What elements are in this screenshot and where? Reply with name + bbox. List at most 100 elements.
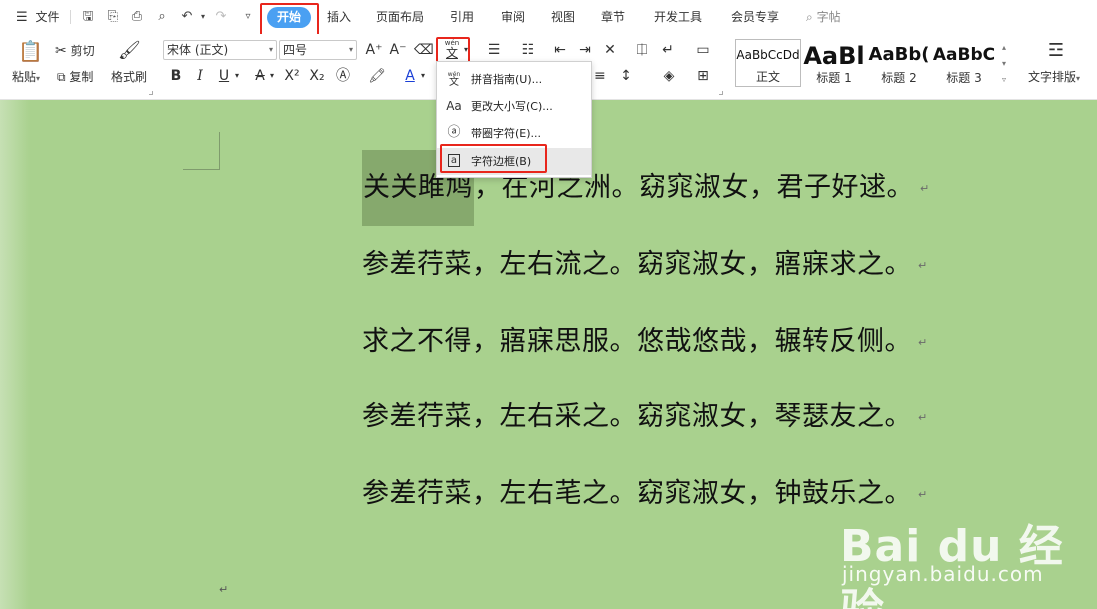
style-heading-1-name: 标题 1 <box>816 71 852 85</box>
clear-format-icon[interactable]: ⌫ <box>414 42 434 58</box>
pinyin-guide-icon[interactable]: wén 文 <box>441 39 463 61</box>
undo-icon[interactable]: ↶ <box>179 9 195 25</box>
menu-item-label: 带圈字符(E)... <box>471 127 542 140</box>
change-case-icon: Aa <box>446 99 462 113</box>
poem-line-5[interactable]: 参差荇菜，左右芼之。窈窕淑女，钟鼓乐之。 ↵ <box>362 476 928 513</box>
chinese-layout-icon[interactable]: ✕ <box>601 42 619 58</box>
tab-view[interactable]: 视图 <box>551 8 575 27</box>
underline-icon[interactable]: U <box>216 68 232 84</box>
tab-insert[interactable]: 插入 <box>327 8 351 27</box>
superscript-icon[interactable]: X² <box>283 68 301 84</box>
print-icon[interactable]: ⎙ <box>129 9 145 25</box>
tab-page-layout[interactable]: 页面布局 <box>376 8 424 27</box>
menu-item-label: 拼音指南(U)... <box>471 73 543 86</box>
pinyin-dropdown-menu: wén 文 拼音指南(U)... Aa 更改大小写(C)... ⓐ 带圈字符(E)… <box>436 61 592 178</box>
styles-scroll-down-icon[interactable]: ▾ <box>999 56 1009 72</box>
tab-home[interactable]: 开始 <box>267 7 311 28</box>
highlight-color-icon[interactable]: 🖍 <box>368 68 386 84</box>
paragraph-dialog-launcher[interactable] <box>719 91 723 95</box>
font-size-combo[interactable]: 四号 ▾ <box>279 40 357 60</box>
increase-indent-icon[interactable]: ⇥ <box>576 42 594 58</box>
format-painter-button[interactable]: 格式刷 <box>111 69 147 85</box>
baidu-jingyan-watermark: Bai du 经验 jingyan.baidu.com <box>840 510 1090 609</box>
ruler-icon[interactable]: ▭ <box>693 42 713 58</box>
paste-icon[interactable]: 📋 <box>18 40 43 62</box>
italic-icon[interactable]: I <box>192 68 208 84</box>
numbering-icon[interactable]: ☷ <box>518 42 538 58</box>
menu-item-change-case[interactable]: Aa 更改大小写(C)... <box>437 93 591 120</box>
style-heading-2-name: 标题 2 <box>881 71 917 85</box>
style-heading-3-sample: AaBbC <box>932 45 996 65</box>
font-color-dropdown-icon[interactable]: ▾ <box>419 68 427 84</box>
style-heading-3-name: 标题 3 <box>946 71 982 85</box>
tab-developer[interactable]: 开发工具 <box>654 8 702 27</box>
line-text: 求之不得，寤寐思服。悠哉悠哉，辗转反侧。 <box>362 326 912 357</box>
undo-dropdown-icon[interactable]: ▾ <box>195 9 211 25</box>
paragraph-mark: ↵ <box>918 487 928 501</box>
menu-item-label: 更改大小写(C)... <box>471 100 553 113</box>
poem-line-3[interactable]: 求之不得，寤寐思服。悠哉悠哉，辗转反侧。 ↵ <box>362 324 928 361</box>
text-layout-button[interactable]: 文字排版▾ <box>1028 69 1080 87</box>
shrink-font-icon[interactable]: A⁻ <box>389 42 407 58</box>
text-direction-icon[interactable]: ⎅ <box>633 42 651 58</box>
end-paragraph-mark: ↵ <box>219 583 229 596</box>
strikethrough-dropdown-icon[interactable]: ▾ <box>268 68 276 84</box>
poem-line-4[interactable]: 参差荇菜，左右采之。窈窕淑女，琴瑟友之。 ↵ <box>362 399 928 436</box>
tab-review[interactable]: 审阅 <box>501 8 525 27</box>
char-border-icon: a <box>448 154 460 167</box>
poem-line-1[interactable]: 关关雎鸠，在河之洲。窈窕淑女，君子好逑。 ↵ <box>362 150 930 226</box>
tab-chapter[interactable]: 章节 <box>601 8 625 27</box>
styles-scroll-up-icon[interactable]: ▴ <box>999 40 1009 56</box>
format-painter-icon[interactable]: 🖌 <box>118 40 141 62</box>
menu-item-pinyin-guide[interactable]: wén 文 拼音指南(U)... <box>437 66 591 93</box>
font-color-icon[interactable]: A <box>402 68 418 84</box>
save-icon[interactable]: 🖫 <box>80 9 96 25</box>
grow-font-icon[interactable]: A⁺ <box>365 42 383 58</box>
search-command[interactable]: ⌕ 字帖 <box>806 8 841 27</box>
underline-dropdown-icon[interactable]: ▾ <box>233 68 241 84</box>
customize-dropdown-icon[interactable]: ▿ <box>240 9 256 25</box>
file-menu[interactable]: ☰ 文件 <box>16 0 60 34</box>
subscript-icon[interactable]: X₂ <box>308 68 326 84</box>
strikethrough-icon[interactable]: A <box>252 68 268 84</box>
clipboard-dialog-launcher[interactable] <box>149 91 153 95</box>
poem-line-2[interactable]: 参差荇菜，左右流之。窈窕淑女，寤寐求之。 ↵ <box>362 247 928 284</box>
menu-item-character-border[interactable]: a 字符边框(B) <box>437 148 591 175</box>
scissors-icon: ✂ <box>55 43 67 59</box>
divider <box>70 10 71 24</box>
style-heading-3[interactable]: AaBbC 标题 3 <box>932 39 996 87</box>
pinyin-dropdown-icon[interactable]: ▾ <box>462 42 470 58</box>
print-preview-icon[interactable]: ⌕ <box>154 9 170 25</box>
shading-icon[interactable]: ◈ <box>660 68 678 84</box>
file-menu-label: 文件 <box>35 10 60 24</box>
styles-more-icon[interactable]: ▿ <box>999 72 1009 88</box>
bullets-icon[interactable]: ☰ <box>484 42 504 58</box>
watermark-brand: Bai du 经验 <box>840 521 1064 609</box>
export-pdf-icon[interactable]: ⎘ <box>105 9 121 25</box>
menu-item-enclosed-characters[interactable]: ⓐ 带圈字符(E)... <box>437 120 591 147</box>
copy-button[interactable]: ⧉ 复制 <box>57 69 93 85</box>
paragraph-mark: ↵ <box>918 258 928 272</box>
borders-icon[interactable]: ⊞ <box>694 68 712 84</box>
show-hide-marks-icon[interactable]: ↵ <box>659 42 677 58</box>
cut-button[interactable]: ✂ 剪切 <box>55 43 95 59</box>
line-text: 参差荇菜，左右芼之。窈窕淑女，钟鼓乐之。 <box>362 478 912 509</box>
tab-member[interactable]: 会员专享 <box>731 8 779 27</box>
paste-button[interactable]: 粘贴▾ <box>12 69 40 87</box>
text-layout-icon[interactable]: ☲ <box>1045 40 1067 62</box>
style-normal[interactable]: AaBbCcDd 正文 <box>735 39 801 87</box>
line-text: 参差荇菜，左右流之。窈窕淑女，寤寐求之。 <box>362 249 912 280</box>
style-heading-1[interactable]: AaBl 标题 1 <box>802 39 866 87</box>
text-effect-icon[interactable]: Ⓐ <box>335 68 351 84</box>
justify-icon[interactable]: ≡ <box>594 68 606 84</box>
line-spacing-icon[interactable]: ↕ <box>617 68 635 84</box>
font-name-combo[interactable]: 宋体 (正文) ▾ <box>163 40 277 60</box>
bold-icon[interactable]: B <box>168 68 184 84</box>
cut-label: 剪切 <box>70 44 95 58</box>
decrease-indent-icon[interactable]: ⇤ <box>551 42 569 58</box>
style-heading-2[interactable]: AaBb( 标题 2 <box>867 39 931 87</box>
tab-references[interactable]: 引用 <box>450 8 474 27</box>
pinyin-char-text: 文 <box>445 46 458 60</box>
copy-label: 复制 <box>69 70 94 84</box>
redo-icon[interactable]: ↷ <box>213 9 229 25</box>
